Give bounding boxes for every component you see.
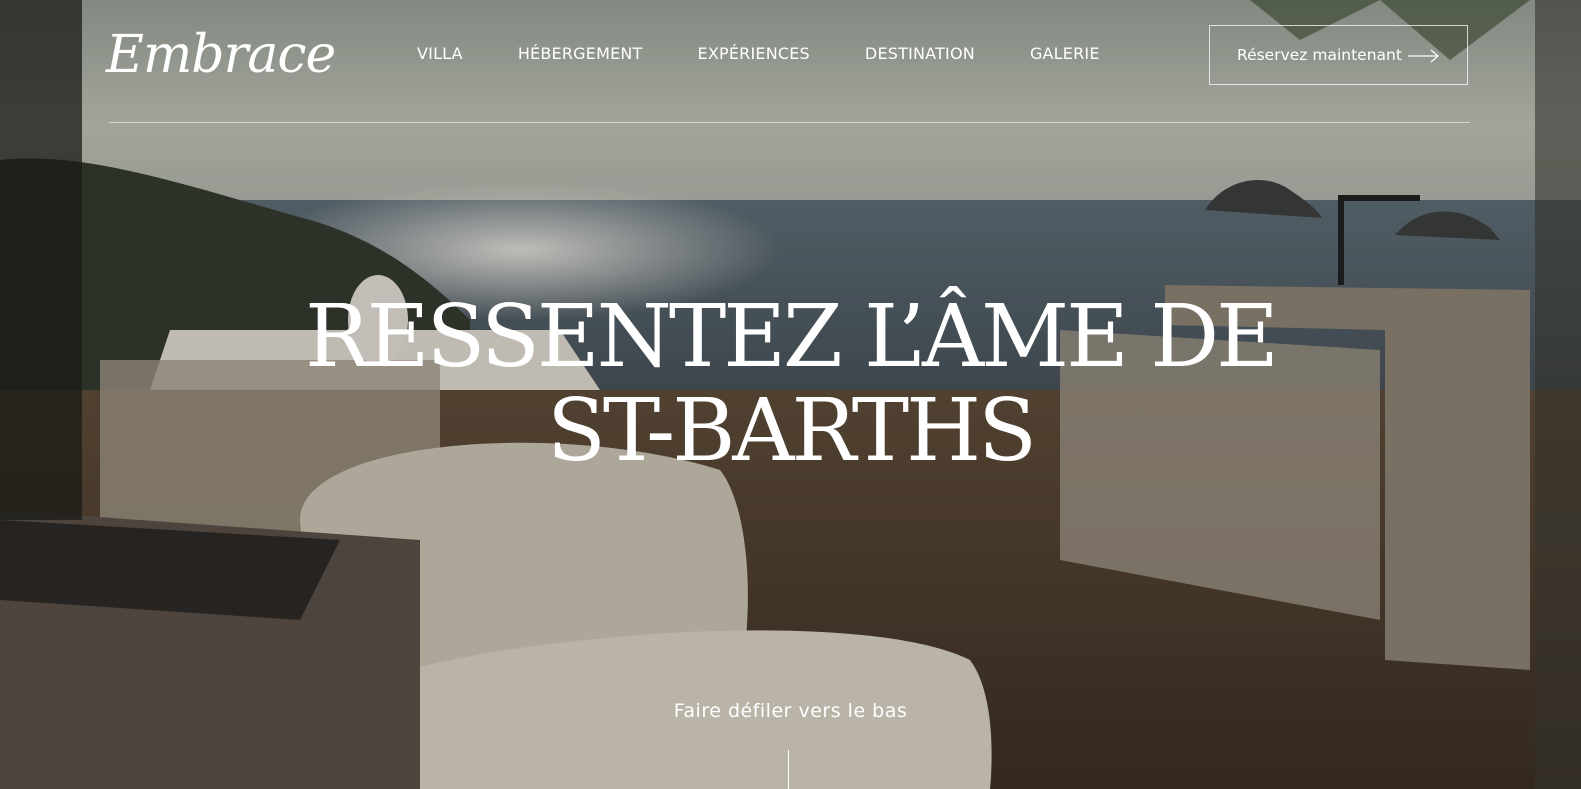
- reserve-now-button[interactable]: Réservez maintenant: [1209, 25, 1468, 85]
- scroll-down-link[interactable]: Faire défiler vers le bas: [0, 700, 1581, 722]
- header-divider: [109, 122, 1470, 123]
- nav-item-destination[interactable]: DESTINATION: [865, 42, 975, 66]
- hero-title-line-2: ST-BARTHS: [546, 381, 1037, 481]
- hero-title-line-1: RESSENTEZ L’ÂME DE: [305, 287, 1279, 387]
- reserve-now-label: Réservez maintenant: [1237, 46, 1402, 64]
- arrow-right-icon: [1408, 49, 1439, 63]
- main-nav: VILLA HÉBERGEMENT EXPÉRIENCES DESTINATIO…: [417, 42, 1100, 66]
- brand-logo[interactable]: Embrace: [106, 20, 336, 90]
- nav-item-galerie[interactable]: GALERIE: [1030, 42, 1100, 66]
- scroll-indicator-line: [788, 750, 789, 789]
- nav-item-hebergement[interactable]: HÉBERGEMENT: [518, 42, 643, 66]
- nav-item-experiences[interactable]: EXPÉRIENCES: [698, 42, 810, 66]
- nav-item-villa[interactable]: VILLA: [417, 42, 463, 66]
